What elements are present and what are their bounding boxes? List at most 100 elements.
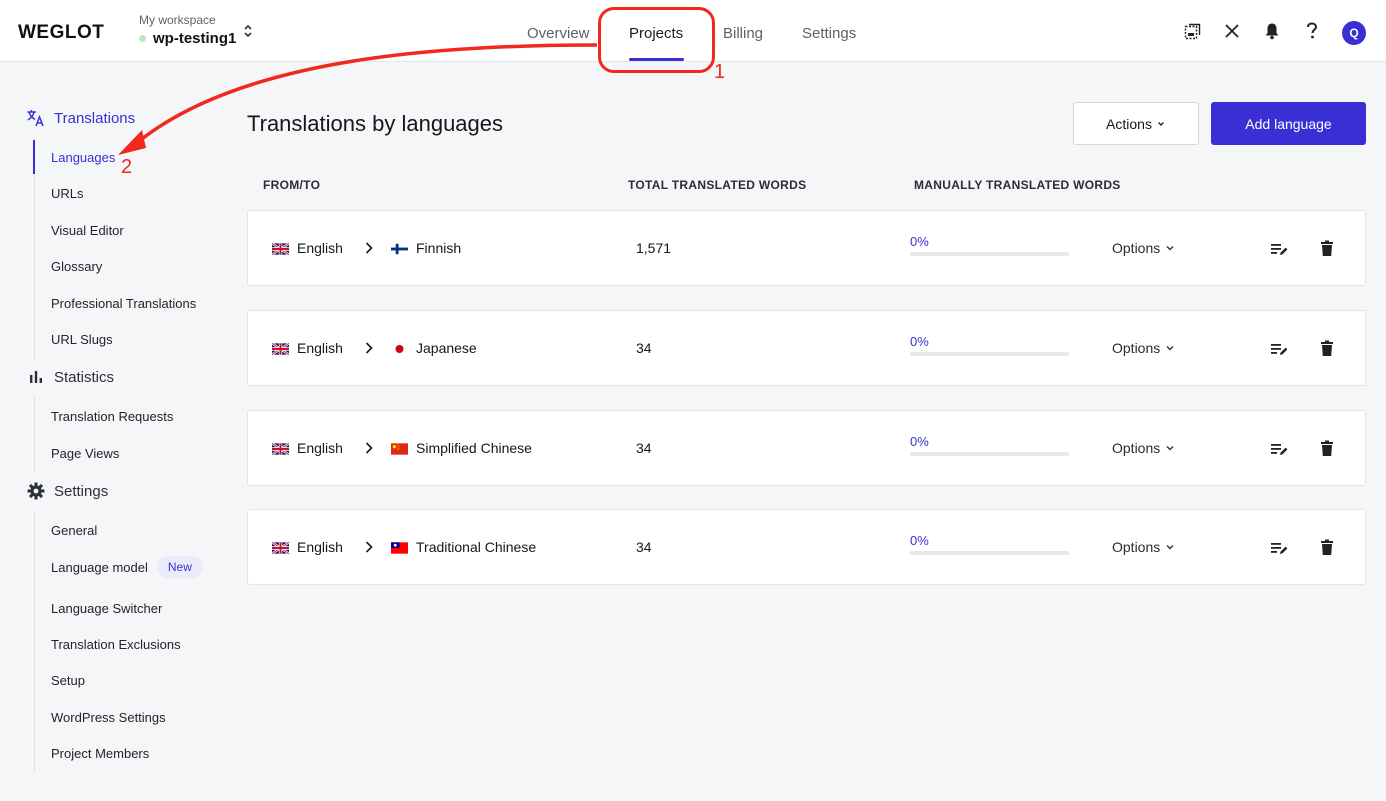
trash-icon[interactable]	[1318, 339, 1336, 357]
japan-flag-icon	[391, 342, 408, 354]
help-icon[interactable]	[1303, 22, 1321, 40]
source-language: English	[271, 440, 343, 456]
options-dropdown[interactable]: Options	[1112, 240, 1176, 256]
avatar[interactable]: Q	[1342, 21, 1366, 45]
target-language[interactable]: Simplified Chinese	[391, 440, 532, 456]
trash-icon[interactable]	[1318, 538, 1336, 556]
chevron-down-icon	[1157, 121, 1164, 126]
sidebar-item-language-switcher[interactable]: Language Switcher	[51, 601, 162, 616]
source-language: English	[271, 340, 343, 356]
trash-icon[interactable]	[1318, 239, 1336, 257]
target-language[interactable]: Japanese	[391, 340, 477, 356]
sidebar-item-wordpress-settings[interactable]: WordPress Settings	[51, 710, 166, 725]
source-language-label: English	[297, 440, 343, 456]
column-header-manual: MANUALLY TRANSLATED WORDS	[914, 178, 1121, 192]
taiwan-flag-icon	[391, 541, 408, 554]
workspace-name: wp-testing1	[139, 30, 236, 47]
finland-flag-icon	[391, 242, 408, 255]
sidebar-section-statistics[interactable]: Statistics	[26, 367, 114, 387]
sidebar-section-settings[interactable]: Settings	[26, 481, 108, 501]
sidebar-item-languages[interactable]: Languages	[51, 150, 115, 165]
manual-percent: 0%	[910, 533, 929, 548]
uk-flag-icon	[271, 442, 290, 456]
bell-icon[interactable]	[1263, 22, 1281, 40]
sidebar-section-label: Translations	[54, 109, 136, 127]
actions-label: Actions	[1106, 115, 1152, 132]
sidebar-section-label: Statistics	[54, 368, 115, 386]
manual-percent: 0%	[910, 434, 929, 449]
manual-progress-bar	[910, 551, 1069, 555]
language-pair-row: English Simplified Chinese 34 0% Options	[247, 410, 1366, 486]
source-language-label: English	[297, 240, 343, 256]
source-language: English	[271, 240, 343, 256]
add-language-button[interactable]: Add language	[1211, 102, 1366, 145]
target-language-label: Traditional Chinese	[416, 539, 537, 555]
sidebar-item-page-views[interactable]: Page Views	[51, 446, 119, 461]
annotation-number-1: 1	[714, 61, 726, 83]
total-translated-words: 34	[636, 340, 652, 356]
page-title: Translations by languages	[247, 111, 504, 136]
manual-percent: 0%	[910, 334, 929, 349]
sidebar-divider	[34, 511, 35, 771]
total-translated-words: 34	[636, 440, 652, 456]
sidebar-item-language-model[interactable]: Language model New	[51, 556, 203, 578]
annotation-highlight-box	[598, 7, 715, 73]
language-pair-row: English Finnish 1,571 0% Options	[247, 210, 1366, 286]
target-language[interactable]: Traditional Chinese	[391, 539, 536, 555]
edit-list-icon[interactable]	[1270, 240, 1288, 258]
target-language[interactable]: Finnish	[391, 240, 461, 256]
nav-billing[interactable]: Billing	[723, 25, 763, 42]
close-icon[interactable]	[1223, 22, 1241, 40]
edit-list-icon[interactable]	[1270, 340, 1288, 358]
sidebar-item-translation-requests[interactable]: Translation Requests	[51, 409, 173, 424]
sidebar-item-label: Language model	[51, 559, 148, 575]
actions-dropdown-button[interactable]: Actions	[1073, 102, 1199, 145]
uk-flag-icon	[271, 342, 290, 356]
sidebar-item-professional-translations[interactable]: Professional Translations	[51, 296, 196, 311]
uk-flag-icon	[271, 541, 290, 555]
chevron-right-icon	[365, 442, 373, 454]
china-flag-icon	[391, 442, 408, 455]
total-translated-words: 1,571	[636, 240, 672, 256]
workspace-caption: My workspace	[139, 13, 216, 27]
workspace-status-dot	[139, 35, 146, 42]
sidebar-section-translations[interactable]: Translations	[26, 108, 135, 128]
sidebar-active-indicator	[33, 140, 35, 174]
edit-list-icon[interactable]	[1270, 440, 1288, 458]
chevron-up-down-icon[interactable]	[243, 23, 253, 39]
trash-icon[interactable]	[1318, 439, 1336, 457]
sidebar-item-glossary[interactable]: Glossary	[51, 259, 102, 274]
sidebar-item-url-slugs[interactable]: URL Slugs	[51, 332, 113, 347]
chevron-down-icon	[1166, 545, 1174, 550]
options-dropdown[interactable]: Options	[1112, 539, 1176, 555]
sidebar-item-setup[interactable]: Setup	[51, 673, 85, 688]
chevron-down-icon	[1166, 446, 1174, 451]
options-label: Options	[1112, 340, 1161, 356]
workspace-name-label: wp-testing1	[153, 30, 237, 47]
workspace-selector[interactable]: My workspace wp-testing1	[139, 13, 236, 47]
nav-settings[interactable]: Settings	[802, 25, 856, 42]
chevron-right-icon	[365, 541, 373, 553]
sidebar-item-visual-editor[interactable]: Visual Editor	[51, 223, 124, 238]
nav-overview[interactable]: Overview	[527, 25, 590, 42]
weglot-logo[interactable]: WEGLOT	[18, 22, 104, 44]
target-language-label: Finnish	[416, 240, 462, 256]
sidebar-item-general[interactable]: General	[51, 523, 97, 538]
sidebar-item-urls[interactable]: URLs	[51, 186, 84, 201]
manual-progress-bar	[910, 452, 1069, 456]
source-language: English	[271, 539, 343, 555]
sidebar-item-translation-exclusions[interactable]: Translation Exclusions	[51, 637, 181, 652]
new-badge: New	[156, 556, 203, 578]
target-language-label: Japanese	[416, 340, 477, 356]
sidebar: Translations Languages URLs Visual Edito…	[0, 62, 230, 801]
options-dropdown[interactable]: Options	[1112, 440, 1176, 456]
uk-flag-icon	[271, 242, 290, 256]
sidebar-item-project-members[interactable]: Project Members	[51, 746, 149, 761]
selection-icon[interactable]	[1183, 22, 1201, 40]
edit-list-icon[interactable]	[1270, 539, 1288, 557]
options-label: Options	[1112, 440, 1161, 456]
manual-percent: 0%	[910, 234, 929, 249]
options-label: Options	[1112, 539, 1161, 555]
chevron-down-icon	[1166, 346, 1174, 351]
options-dropdown[interactable]: Options	[1112, 340, 1176, 356]
